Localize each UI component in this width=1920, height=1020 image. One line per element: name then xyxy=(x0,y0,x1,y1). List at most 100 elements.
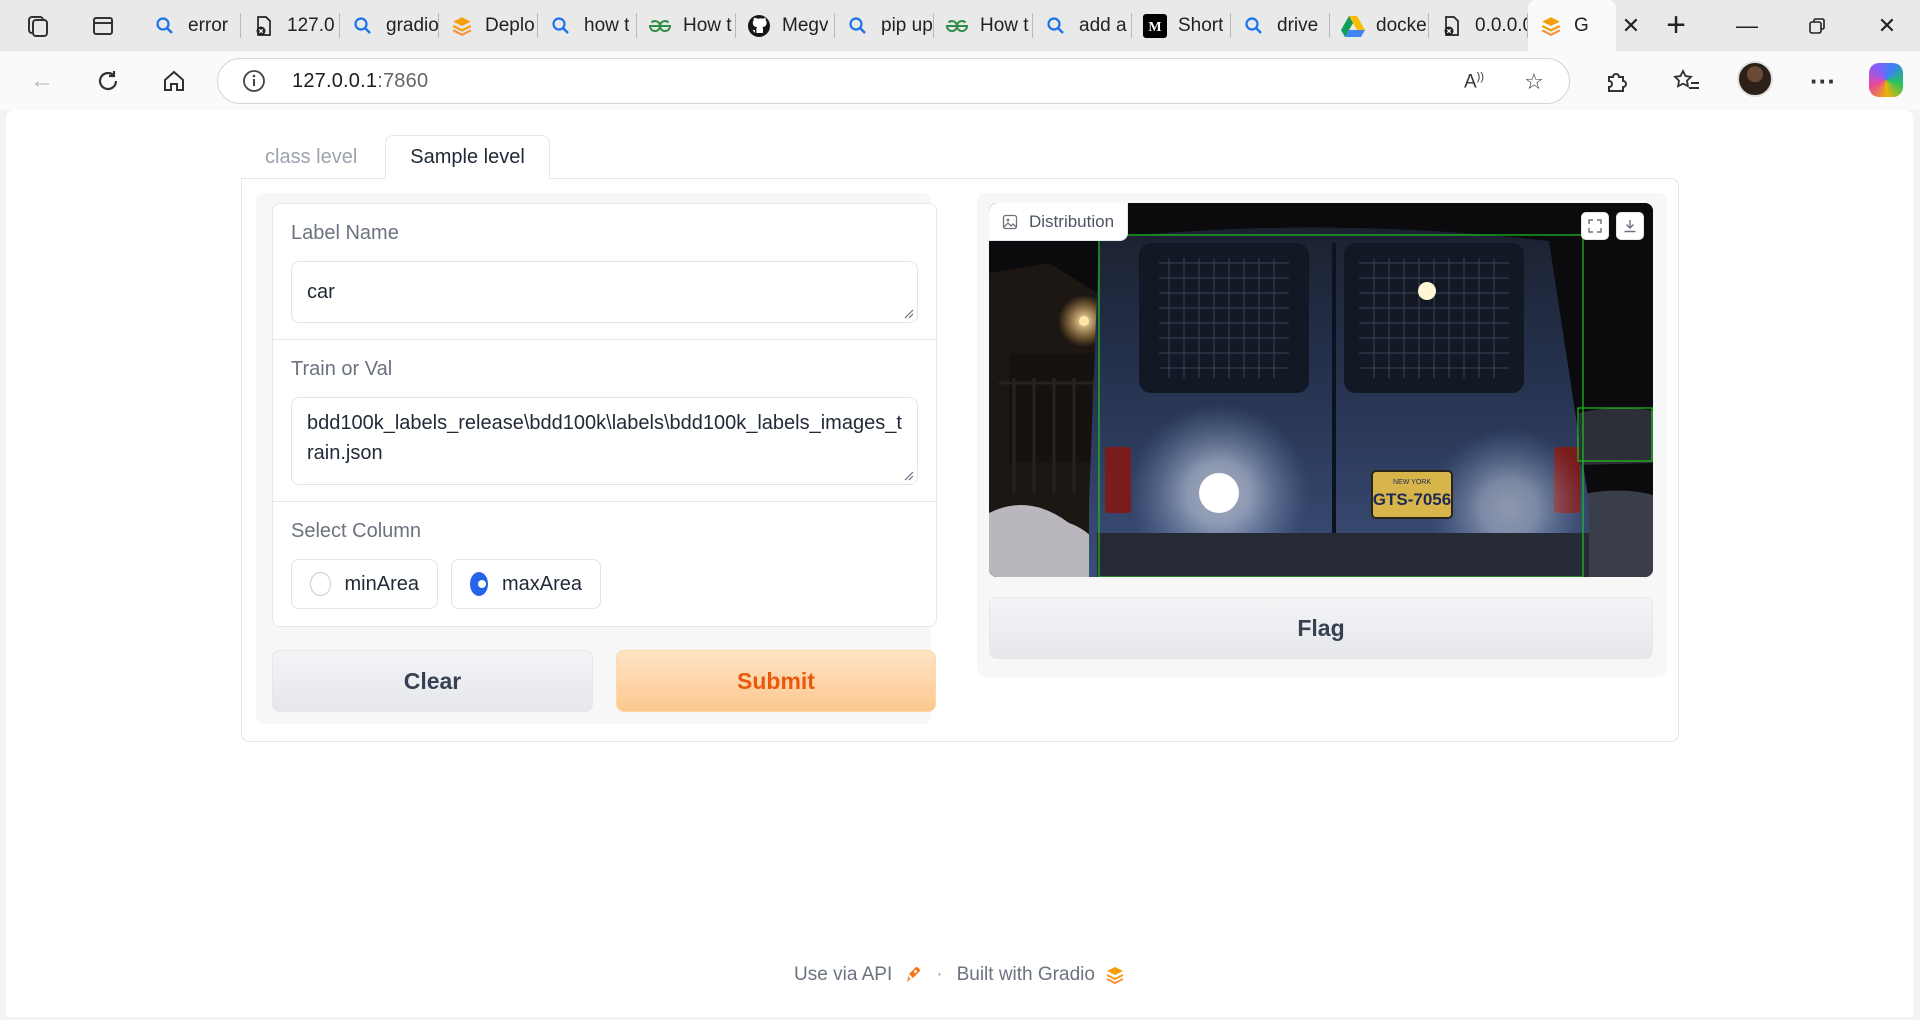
submit-button[interactable]: Submit xyxy=(616,650,936,712)
distribution-image-output: Distribution NEW YORK GTS-7056 xyxy=(989,203,1653,577)
flag-button[interactable]: Flag xyxy=(989,597,1653,659)
page-error-icon xyxy=(1439,13,1465,39)
browser-tab[interactable]: how t xyxy=(538,0,637,51)
read-aloud-icon: A)) xyxy=(1463,70,1484,93)
settings-menu-button[interactable]: ··· xyxy=(1803,63,1843,99)
address-bar[interactable]: 127.0.0.1:7860 A)) ☆ xyxy=(217,58,1570,104)
restore-icon xyxy=(1809,17,1825,34)
image-icon xyxy=(1002,214,1018,229)
image-label-badge: Distribution xyxy=(989,203,1129,241)
favorites-list-icon xyxy=(1673,68,1699,89)
browser-tab-label: error xyxy=(188,14,229,36)
workspaces-button[interactable] xyxy=(0,0,76,51)
favorites-button[interactable] xyxy=(1667,63,1707,99)
sample-level-panel: Label Name car Train or Val bdd100k_labe… xyxy=(241,178,1679,742)
page-viewport: class level Sample level Label Name car … xyxy=(6,110,1913,1017)
home-icon xyxy=(164,70,184,91)
favorite-button[interactable]: ☆ xyxy=(1517,65,1551,99)
browser-tab[interactable]: How t xyxy=(934,0,1033,51)
reload-icon xyxy=(98,71,118,91)
browser-tab-label: docke xyxy=(1376,14,1427,36)
use-via-api-link[interactable]: Use via API xyxy=(794,964,892,986)
tab-list: error 127.0 gradio Deplo how t How t Megv pip u… xyxy=(142,0,1616,51)
radio-min-area[interactable]: minArea xyxy=(291,559,438,609)
reload-button[interactable] xyxy=(88,63,128,99)
browser-tab[interactable]: Deplo xyxy=(439,0,538,51)
radio-min-area-label: minArea xyxy=(344,572,419,595)
more-icon: ··· xyxy=(1810,65,1836,96)
tab-actions-icon xyxy=(93,16,113,35)
browser-tab-label: add a xyxy=(1079,14,1127,36)
train-or-val-input[interactable]: bdd100k_labels_release\bdd100k\labels\bd… xyxy=(291,397,918,485)
label-name-block: Label Name car xyxy=(273,204,936,340)
tab-sample-level[interactable]: Sample level xyxy=(385,135,550,179)
new-tab-button[interactable]: + xyxy=(1646,0,1706,51)
browser-tab[interactable]: Megv xyxy=(736,0,835,51)
github-icon xyxy=(746,13,772,39)
copilot-icon[interactable] xyxy=(1869,63,1903,97)
close-icon: ✕ xyxy=(1621,12,1641,38)
browser-tab[interactable]: 127.0 xyxy=(241,0,340,51)
tab-class-level[interactable]: class level xyxy=(241,135,381,179)
fullscreen-icon xyxy=(1588,219,1602,233)
google-drive-icon xyxy=(1340,13,1366,39)
clear-button[interactable]: Clear xyxy=(272,650,593,712)
browser-tab[interactable]: docke xyxy=(1330,0,1429,51)
medium-icon: M xyxy=(1142,13,1168,39)
browser-tab[interactable]: M Short xyxy=(1132,0,1231,51)
home-button[interactable] xyxy=(154,63,194,99)
resize-handle-icon[interactable] xyxy=(902,307,914,319)
radio-max-area[interactable]: maxArea xyxy=(451,559,601,609)
search-icon xyxy=(1241,13,1267,39)
geeks-icon xyxy=(944,13,970,39)
browser-tab[interactable]: pip up xyxy=(835,0,934,51)
browser-tab-label: Short xyxy=(1178,14,1224,36)
close-window-button[interactable]: ✕ xyxy=(1852,0,1920,51)
label-name-input[interactable]: car xyxy=(291,261,918,323)
plus-icon: + xyxy=(1666,6,1686,44)
gradio-logo-icon xyxy=(1106,967,1124,985)
vertical-tabs-button[interactable] xyxy=(76,0,130,51)
fullscreen-button[interactable] xyxy=(1581,212,1609,240)
plate-number-text: GTS-7056 xyxy=(1373,490,1451,509)
restore-button[interactable] xyxy=(1782,0,1852,51)
browser-tab-label: pip up xyxy=(881,14,933,36)
select-column-label: Select Column xyxy=(291,520,422,542)
browser-tab[interactable]: gradio xyxy=(340,0,439,51)
input-form: Label Name car Train or Val bdd100k_labe… xyxy=(272,203,937,627)
profile-avatar[interactable] xyxy=(1737,61,1773,97)
site-info-icon[interactable] xyxy=(238,65,270,97)
download-icon xyxy=(1624,220,1636,233)
svg-text:M: M xyxy=(1148,20,1161,35)
minimize-icon: — xyxy=(1736,12,1758,38)
minimize-button[interactable]: — xyxy=(1712,0,1782,51)
browser-tab-label: gradio xyxy=(386,14,439,36)
download-button[interactable] xyxy=(1616,212,1644,240)
back-button[interactable]: ← xyxy=(22,63,62,99)
search-icon xyxy=(350,13,376,39)
browser-tab-label: G xyxy=(1574,14,1589,36)
read-aloud-button[interactable]: A)) xyxy=(1457,65,1491,99)
browser-tab[interactable]: add a xyxy=(1033,0,1132,51)
input-column: Label Name car Train or Val bdd100k_labe… xyxy=(256,193,937,724)
browser-tab[interactable]: error xyxy=(142,0,241,51)
close-tab-button[interactable]: ✕ xyxy=(1616,11,1646,41)
radio-checked-icon xyxy=(470,572,488,596)
browser-tab[interactable]: drive xyxy=(1231,0,1330,51)
url-text[interactable]: 127.0.0.1:7860 xyxy=(292,70,428,93)
browser-tab-label: How t xyxy=(980,14,1029,36)
extensions-button[interactable] xyxy=(1596,63,1636,99)
rocket-icon xyxy=(907,967,921,982)
output-column: Distribution NEW YORK GTS-7056 Flag xyxy=(977,193,1667,677)
browser-tab[interactable]: 0.0.0.0 xyxy=(1429,0,1528,51)
select-column-block: Select Column minArea maxArea xyxy=(273,502,936,628)
search-icon xyxy=(548,13,574,39)
gradio-icon xyxy=(1538,13,1564,39)
browser-tab-active[interactable]: G xyxy=(1528,0,1616,51)
browser-tab[interactable]: How t xyxy=(637,0,736,51)
built-with-gradio-link[interactable]: Built with Gradio xyxy=(957,964,1095,986)
search-icon xyxy=(845,13,871,39)
train-or-val-block: Train or Val bdd100k_labels_release\bdd1… xyxy=(273,340,936,502)
resize-handle-icon[interactable] xyxy=(902,469,914,481)
page-error-icon xyxy=(251,13,277,39)
